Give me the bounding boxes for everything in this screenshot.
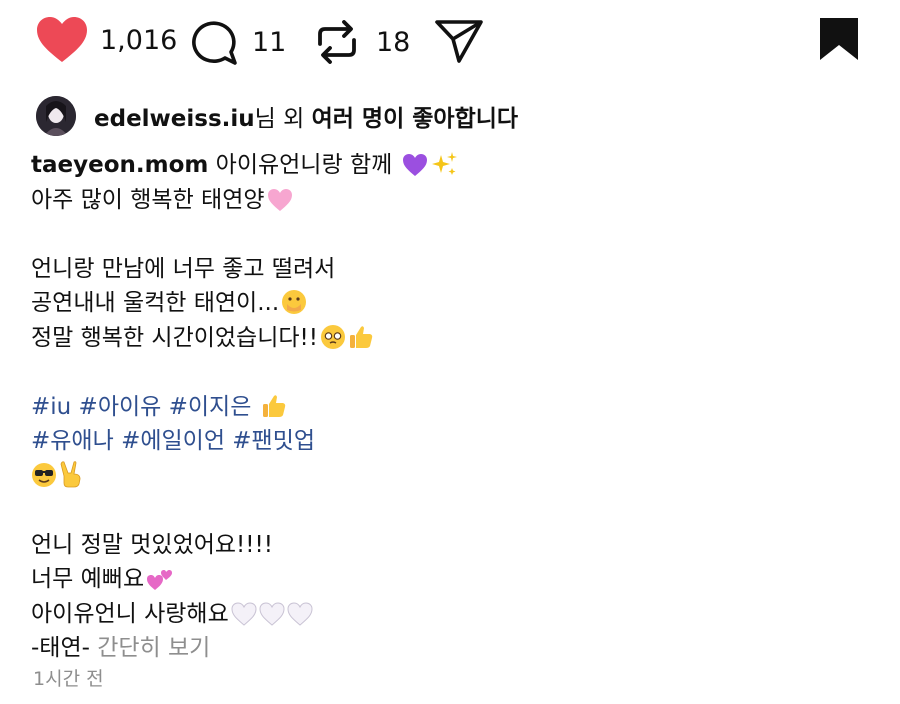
liked-by-username[interactable]: edelweiss.iu xyxy=(94,106,255,132)
two-hearts-icon xyxy=(147,570,173,590)
caption-line: 아이유언니 사랑해요 xyxy=(31,597,871,632)
caption-author[interactable]: taeyeon.mom xyxy=(31,152,208,178)
caption-line xyxy=(31,459,871,494)
caption-line: 정말 행복한 시간이었습니다!! xyxy=(31,321,871,356)
caption-line: -태연- 간단히 보기 xyxy=(31,635,211,661)
caption-line: 공연내내 울컥한 태연이... xyxy=(31,286,871,321)
like-button[interactable]: 1,016 xyxy=(36,16,177,64)
hashtags[interactable]: #iu #아이유 #이지은 xyxy=(31,394,251,420)
caption-line: #iu #아이유 #이지은 xyxy=(31,390,871,425)
face-hand-over-mouth-icon xyxy=(282,290,307,314)
sparkles-icon xyxy=(431,152,457,175)
comment-icon xyxy=(192,21,237,65)
caption-line: taeyeon.mom 아이유언니랑 함께 xyxy=(31,148,871,183)
caption-line: #유애나 #에일이언 #팬밋업 xyxy=(31,424,871,459)
pleading-face-icon xyxy=(320,324,345,349)
bookmark-button[interactable] xyxy=(819,17,859,61)
sunglasses-face-icon xyxy=(32,462,56,487)
pink-heart-icon xyxy=(267,188,292,211)
hashtags[interactable]: #유애나 #에일이언 #팬밋업 xyxy=(31,428,315,454)
like-count: 1,016 xyxy=(100,24,178,56)
white-hearts-icon xyxy=(231,601,313,626)
share-icon xyxy=(435,20,483,63)
post-timestamp: 1시간 전 xyxy=(33,668,104,690)
comment-button[interactable]: 11 xyxy=(190,18,286,66)
purple-heart-icon xyxy=(402,154,427,176)
comment-count: 11 xyxy=(252,26,287,58)
repost-icon xyxy=(318,20,356,64)
heart-icon xyxy=(37,17,87,62)
bookmark-icon xyxy=(820,18,858,60)
avatar[interactable] xyxy=(36,96,76,136)
action-bar: 1,016 11 18 xyxy=(0,0,900,84)
liked-by-text: edelweiss.iu님 외 여러 명이 좋아합니다 xyxy=(94,106,519,132)
caption-line: 언니랑 만남에 너무 좋고 떨려서 xyxy=(31,255,336,282)
thumbs-up-icon xyxy=(349,325,373,348)
repost-count: 18 xyxy=(376,26,411,58)
share-button[interactable] xyxy=(434,18,484,64)
victory-hand-icon xyxy=(60,460,81,487)
caption-line: 언니 정말 멋있었어요!!!! xyxy=(31,531,273,558)
caption-line: 아주 많이 행복한 태연양 xyxy=(31,183,871,218)
thumbs-up-icon xyxy=(262,394,285,417)
liked-by-others[interactable]: 여러 명이 좋아합니다 xyxy=(312,106,518,132)
repost-button[interactable]: 18 xyxy=(314,18,410,66)
show-less-link[interactable]: 간단히 보기 xyxy=(97,635,210,661)
liked-by-row: edelweiss.iu님 외 여러 명이 좋아합니다 xyxy=(36,96,518,136)
caption-line: 너무 예뻐요 xyxy=(31,562,871,597)
caption: taeyeon.mom 아이유언니랑 함께 아주 많이 행복한 태연양 언니랑 … xyxy=(31,148,871,666)
